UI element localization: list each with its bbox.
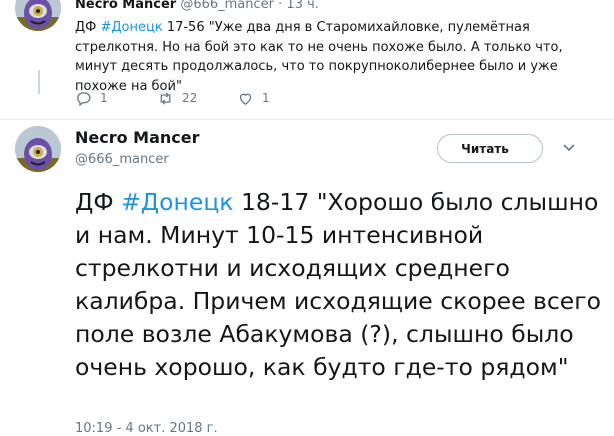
hashtag-link[interactable]: #Донецк bbox=[100, 20, 162, 35]
avatar[interactable] bbox=[15, 0, 61, 31]
tweet-header: Necro Mancer @666_mancer · 13 ч. bbox=[75, 0, 319, 12]
like-action[interactable]: 1 bbox=[237, 90, 297, 107]
tweet-actions: 1 22 1 bbox=[75, 88, 297, 108]
retweet-icon bbox=[160, 91, 171, 105]
tweet-timestamp[interactable]: 10:19 - 4 окт. 2018 г. bbox=[75, 421, 218, 436]
reply-count: 1 bbox=[100, 91, 108, 105]
author-handle[interactable]: @666_mancer bbox=[180, 0, 274, 12]
separator: · bbox=[278, 0, 283, 12]
author-name[interactable]: Necro Mancer bbox=[75, 128, 200, 147]
tweet-text-prefix: ДФ bbox=[75, 188, 122, 216]
heart-icon bbox=[239, 93, 252, 105]
thread-line bbox=[38, 70, 40, 94]
tweet-time[interactable]: 13 ч. bbox=[286, 0, 319, 12]
avatar[interactable] bbox=[15, 126, 61, 172]
tweet-text: ДФ #Донецк 17-56 "Уже два дня в Старомих… bbox=[75, 18, 600, 96]
reply-action[interactable]: 1 bbox=[75, 90, 157, 107]
like-count: 1 bbox=[262, 91, 270, 105]
tweet-text-prefix: ДФ bbox=[75, 20, 101, 35]
retweet-action[interactable]: 22 bbox=[157, 90, 237, 107]
author-name[interactable]: Necro Mancer bbox=[75, 0, 176, 12]
retweet-count: 22 bbox=[182, 91, 198, 105]
tweet-text-body: 18-17 "Хорошо было слышно и нам. Минут 1… bbox=[75, 188, 601, 381]
tweet-text: ДФ #Донецк 18-17 "Хорошо было слышно и н… bbox=[75, 186, 610, 384]
author-handle[interactable]: @666_mancer bbox=[75, 152, 169, 167]
divider bbox=[0, 119, 614, 120]
follow-button[interactable]: Читать bbox=[437, 134, 543, 163]
chevron-down-icon[interactable] bbox=[561, 139, 577, 155]
reply-icon bbox=[77, 91, 91, 106]
hashtag-link[interactable]: #Донецк bbox=[121, 188, 233, 216]
